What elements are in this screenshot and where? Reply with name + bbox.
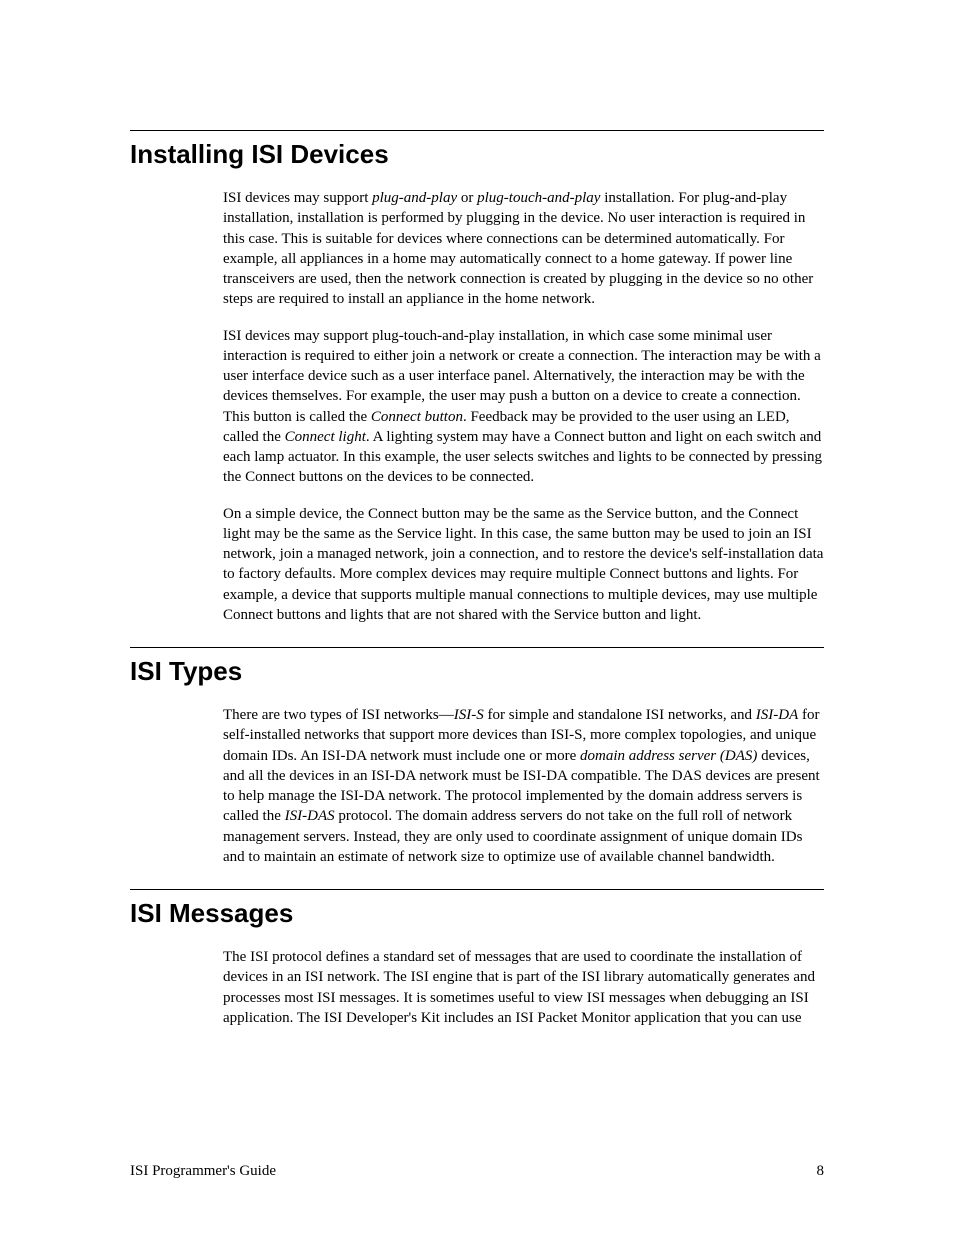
paragraph: On a simple device, the Connect button m… xyxy=(223,504,824,626)
italic-text: plug-touch-and-play xyxy=(477,190,600,206)
paragraph: ISI devices may support plug-touch-and-p… xyxy=(223,326,824,488)
paragraph: There are two types of ISI networks—ISI-… xyxy=(223,705,824,867)
heading-installing: Installing ISI Devices xyxy=(130,130,824,170)
text: for simple and standalone ISI networks, … xyxy=(484,707,756,723)
italic-text: Connect light xyxy=(285,429,366,445)
heading-messages: ISI Messages xyxy=(130,889,824,929)
text: or xyxy=(457,190,477,206)
text: ISI devices may support xyxy=(223,190,372,206)
italic-text: domain address server (DAS) xyxy=(580,748,757,764)
paragraph: ISI devices may support plug-and-play or… xyxy=(223,188,824,310)
footer-title: ISI Programmer's Guide xyxy=(130,1163,276,1180)
italic-text: Connect button xyxy=(371,409,463,425)
paragraph: The ISI protocol defines a standard set … xyxy=(223,947,824,1028)
italic-text: ISI-S xyxy=(454,707,484,723)
italic-text: plug-and-play xyxy=(372,190,457,206)
text: There are two types of ISI networks— xyxy=(223,707,454,723)
page-content: Installing ISI Devices ISI devices may s… xyxy=(0,0,954,1028)
heading-types: ISI Types xyxy=(130,647,824,687)
page-number: 8 xyxy=(817,1163,825,1180)
page-footer: ISI Programmer's Guide 8 xyxy=(130,1163,824,1180)
italic-text: ISI-DA xyxy=(756,707,798,723)
italic-text: ISI-DAS xyxy=(285,808,335,824)
text: installation. For plug-and-play installa… xyxy=(223,190,813,307)
